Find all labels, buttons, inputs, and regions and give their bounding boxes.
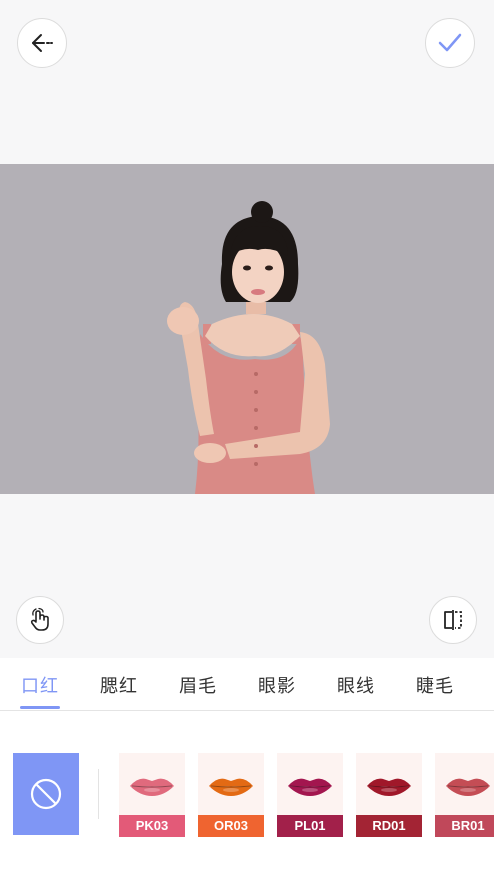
- checkmark-icon: [438, 33, 462, 52]
- lipstick-swatch-pl01[interactable]: PL01: [277, 753, 343, 837]
- confirm-button[interactable]: [425, 18, 475, 68]
- lips-icon: [367, 778, 411, 796]
- lips-icon: [209, 778, 253, 796]
- portrait-image: [167, 201, 330, 494]
- lips-icon: [446, 778, 490, 796]
- tab-eyebrow[interactable]: 眉毛: [179, 672, 217, 698]
- back-button[interactable]: [17, 18, 67, 68]
- tab-lipstick[interactable]: 口红: [21, 672, 59, 698]
- tab-eyeshadow[interactable]: 眼影: [258, 672, 296, 698]
- arrow-left-icon: [32, 34, 53, 52]
- tab-eyeliner[interactable]: 眼线: [337, 672, 375, 698]
- makeup-category-tabs: 口红 腮红 眉毛 眼影 眼线 睫毛: [0, 658, 494, 711]
- lipstick-swatch-or03[interactable]: OR03: [198, 753, 264, 837]
- swatch-label: BR01: [435, 815, 494, 837]
- lipstick-palette: PK03 OR03 PL01 RD01 BR01: [0, 711, 494, 879]
- active-tab-indicator: [20, 706, 60, 709]
- swatch-label: RD01: [356, 815, 422, 837]
- swatch-label: PL01: [277, 815, 343, 837]
- tab-blush[interactable]: 腮红: [100, 672, 138, 698]
- tab-eyelash[interactable]: 睫毛: [416, 672, 454, 698]
- swatch-label: OR03: [198, 815, 264, 837]
- hand-touch-icon: [30, 607, 49, 631]
- lipstick-swatch-br01[interactable]: BR01: [435, 753, 494, 837]
- compare-split-icon: [444, 610, 462, 630]
- no-makeup-button[interactable]: [13, 753, 79, 835]
- swatch-label: PK03: [119, 815, 185, 837]
- prohibited-icon: [30, 778, 62, 810]
- lipstick-swatch-rd01[interactable]: RD01: [356, 753, 422, 837]
- lipstick-swatch-pk03[interactable]: PK03: [119, 753, 185, 837]
- lips-icon: [288, 778, 332, 796]
- gesture-button[interactable]: [16, 596, 64, 644]
- palette-divider: [98, 769, 99, 819]
- lips-icon: [130, 778, 174, 796]
- compare-button[interactable]: [429, 596, 477, 644]
- photo-preview: [0, 164, 494, 494]
